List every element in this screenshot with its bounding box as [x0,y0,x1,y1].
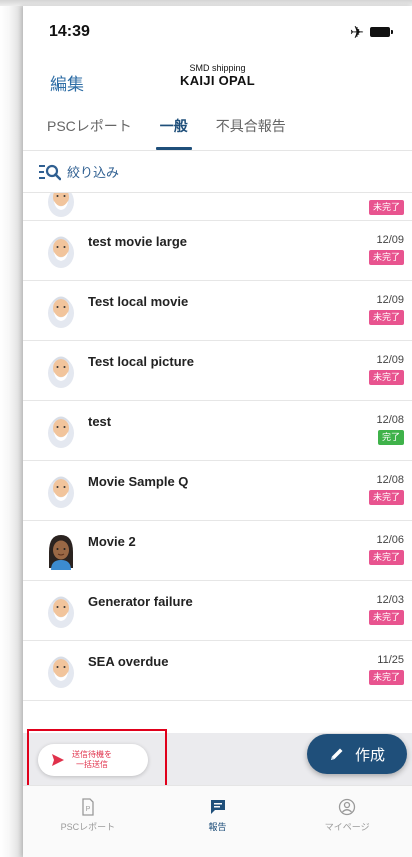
avatar-icon [48,416,74,448]
report-title: SEA overdue [88,654,169,669]
user-icon [339,798,356,816]
report-date: 12/08 [376,474,404,486]
tab-bar-my-page[interactable]: マイページ [282,786,412,857]
status-badge: 未完了 [368,670,404,685]
report-date: 12/09 [376,234,404,246]
svg-text:P: P [85,806,90,813]
report-title: Test local picture [88,354,194,369]
report-title: Movie 2 [88,534,136,549]
report-title: test [88,414,112,429]
create-label: 作成 [354,746,385,764]
report-date: 12/08 [376,414,404,426]
report-title: Generator failure [88,594,193,609]
avatar-icon [48,476,74,508]
list-item[interactable]: test movie large 12/09 未完了 [23,221,412,281]
chat-icon [210,800,225,814]
report-title: test movie large [88,234,187,249]
status-badge: 未完了 [368,610,404,625]
tab-bar-label: マイページ [324,822,370,832]
bottom-tab-bar: P PSCレポート 報告 マイページ [23,785,412,857]
tab-bar-reports[interactable]: 報告 [153,786,283,857]
list-item[interactable]: Test local picture 12/09 未完了 [23,341,412,401]
filter-button[interactable]: 絞り込み [23,151,412,193]
report-date: 12/09 [376,354,404,366]
report-date: 11/25 [377,654,404,666]
status-badge: 未完了 [368,250,404,265]
status-bar: 14:39 ✈ [23,6,412,58]
window-frame [0,0,23,857]
avatar-icon [48,193,74,217]
tab-defect-report[interactable]: 不具合報告 [208,116,294,150]
phone-screen: 14:39 ✈ 編集 SMD shipping KAIJI OPAL PSCレポ… [23,6,412,857]
avatar-icon [48,236,74,268]
create-button[interactable]: 作成 [307,734,407,774]
pencil-icon [330,748,343,760]
status-badge: 完了 [377,430,404,445]
list-item[interactable]: Generator failure 12/03 未完了 [23,581,412,641]
list-item[interactable]: Movie Sample Q 12/08 未完了 [23,461,412,521]
status-icons: ✈ [349,22,393,42]
tab-bar-label: PSCレポート [60,822,116,832]
airplane-icon: ✈ [349,22,364,42]
list-item[interactable]: SEA overdue 11/25 未完了 [23,641,412,701]
report-date: 12/06 [376,534,404,546]
navigation-bar: 編集 SMD shipping KAIJI OPAL [23,58,412,106]
tab-psc-report[interactable]: PSCレポート [39,116,140,150]
status-badge: 未完了 [368,370,404,385]
tab-general[interactable]: 一般 [152,116,196,150]
avatar-icon [48,296,74,328]
tab-bar-psc-report[interactable]: P PSCレポート [23,786,153,857]
battery-icon [370,27,393,37]
report-title: Movie Sample Q [88,474,189,489]
report-date: 12/09 [376,294,404,306]
report-title: Test local movie [88,294,189,309]
avatar-icon [48,596,74,628]
status-badge: 未完了 [368,310,404,325]
status-badge: 未完了 [368,200,404,215]
tab-bar-label: 報告 [208,822,227,832]
status-time: 14:39 [49,23,90,40]
status-badge: 未完了 [368,490,404,505]
segment-tabs: PSCレポート 一般 不具合報告 [23,106,412,151]
report-list: 未完了 test movie large 12/09 未完了 Test loca… [23,193,412,733]
filter-label: 絞り込み [67,165,120,180]
list-item[interactable]: 未完了 [23,193,412,221]
status-badge: 未完了 [368,550,404,565]
avatar-icon [48,356,74,388]
list-item[interactable]: Test local movie 12/09 未完了 [23,281,412,341]
ship-name: KAIJI OPAL [180,72,255,88]
avatar-icon [48,656,74,688]
avatar-icon [49,535,73,570]
nav-title: SMD shipping KAIJI OPAL [23,63,412,88]
list-item[interactable]: test 12/08 完了 [23,401,412,461]
list-item[interactable]: Movie 2 12/06 未完了 [23,521,412,581]
document-icon: P [82,798,94,816]
filter-search-icon [39,164,61,180]
highlight-box [27,729,167,790]
report-date: 12/03 [376,594,404,606]
